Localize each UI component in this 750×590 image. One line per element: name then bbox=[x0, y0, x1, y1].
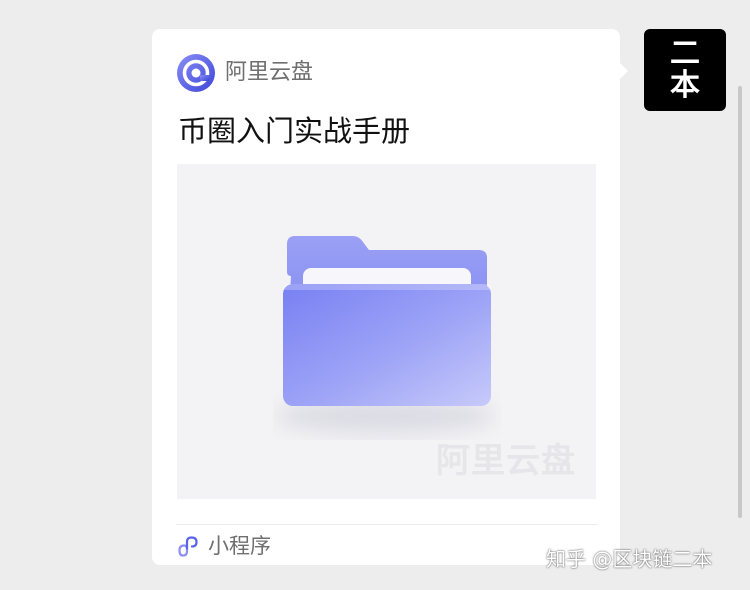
sender-avatar[interactable]: 二 本 bbox=[644, 29, 726, 111]
mini-program-card[interactable]: 阿里云盘 币圈入门实战手册 阿里云盘 小程序 bbox=[152, 29, 628, 565]
folder-icon bbox=[275, 236, 495, 434]
avatar-text-line-1: 二 bbox=[670, 36, 700, 71]
preview-watermark: 阿里云盘 bbox=[436, 441, 576, 481]
mini-program-icon bbox=[178, 536, 198, 557]
aliyun-drive-logo-icon bbox=[177, 54, 215, 92]
mini-program-label: 小程序 bbox=[208, 534, 271, 558]
card-divider bbox=[176, 524, 598, 525]
card-footer: 小程序 bbox=[176, 529, 271, 563]
card-title: 币圈入门实战手册 bbox=[178, 114, 411, 148]
scrollbar[interactable] bbox=[738, 86, 742, 518]
page-watermark: 知乎 @区块链二本 bbox=[546, 547, 713, 571]
source-app-name: 阿里云盘 bbox=[225, 60, 314, 85]
avatar-text-line-2: 本 bbox=[670, 68, 700, 103]
card-preview-image: 阿里云盘 bbox=[177, 164, 596, 499]
card-source: 阿里云盘 bbox=[176, 53, 313, 93]
